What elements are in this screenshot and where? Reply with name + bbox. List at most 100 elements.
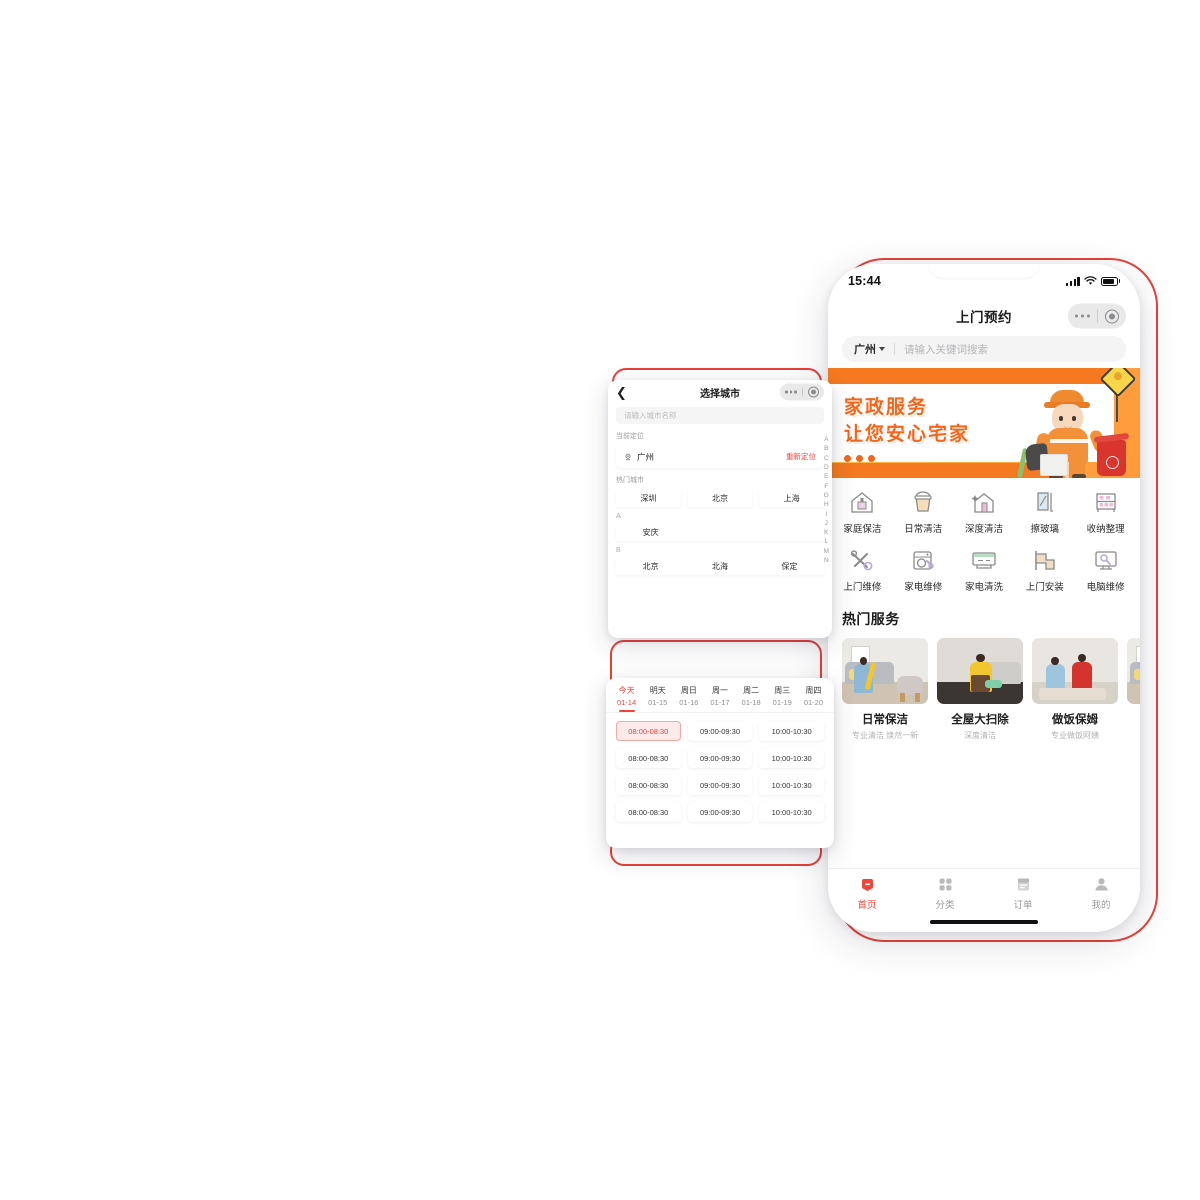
miniprogram-capsule[interactable] [1068,303,1127,329]
hot-services-carousel[interactable]: 日常保洁 专业清洁 焕然一新 全屋大扫除 深度清洁 做饭保姆 专业做饭阿姨 [842,638,1140,741]
house-clean-icon [847,489,877,516]
alphabet-index-letter[interactable]: M [824,548,829,556]
hot-service-card[interactable]: 做饭保姆 专业做饭阿姨 [1032,638,1118,741]
service-item-install[interactable]: 上门安装 [1014,547,1075,593]
section-letter-b: B [616,547,621,554]
time-slot[interactable]: 08:00-08:30 [616,802,681,822]
date-tab-strip[interactable]: 今天 01-14 明天 01-15 周日 01-16 周一 01-17 周二 01-18 周三 01-… [606,678,834,713]
alphabet-index-letter[interactable]: N [824,557,829,565]
time-slot[interactable]: 08:00-08:30 [616,748,681,768]
date-tab[interactable]: 周日 01-16 [673,685,704,712]
alphabet-index-letter[interactable]: C [824,455,829,463]
relocate-button[interactable]: 重新定位 [786,451,816,462]
alphabet-index-letter[interactable]: J [825,520,828,528]
city-cell[interactable]: 保定 [755,557,824,575]
time-slot[interactable]: 10:00-10:30 [759,748,824,768]
alphabet-index-letter[interactable]: F [824,483,828,491]
current-location-row[interactable]: 广州 重新定位 [616,445,824,468]
service-item-appliance-clean[interactable]: 家电清洗 [954,547,1015,593]
time-slot[interactable]: 10:00-10:30 [759,802,824,822]
tab-orders[interactable]: 订单 [984,876,1062,911]
search-input[interactable]: 请输入关键词搜索 [904,342,988,357]
promo-banner[interactable]: 家政服务 让您安心宅家 [828,368,1140,478]
alphabet-index-letter[interactable]: K [824,529,828,537]
hot-service-name: 日常保洁 [862,714,908,726]
service-item-home-clean[interactable]: 家庭保洁 [832,489,893,535]
time-slot[interactable]: 09:00-09:30 [687,748,753,768]
city-selector[interactable]: 广州 [854,341,885,357]
alphabet-index[interactable]: ABCDEFGHIJKLMN [824,436,829,565]
battery-icon [1100,276,1118,286]
search-bar[interactable]: 广州 请输入关键词搜索 [842,336,1126,362]
date-tab-date: 01-17 [710,698,730,707]
alphabet-index-letter[interactable]: A [824,436,828,444]
city-cell[interactable]: 北海 [685,557,754,575]
hot-service-card[interactable]: 日 专业 [1127,638,1140,741]
city-cell[interactable] [755,523,824,541]
alphabet-index-letter[interactable]: E [824,473,828,481]
tab-profile[interactable]: 我的 [1062,876,1140,911]
tab-category[interactable]: 分类 [906,876,984,911]
grid-icon [937,876,954,893]
hot-services-title: 热门服务 [842,611,900,627]
service-item-appliance-repair[interactable]: 家电维修 [893,547,954,593]
bucket-icon [908,489,938,516]
family-cooking-photo [1032,638,1118,704]
date-tab[interactable]: 周一 01-17 [704,685,735,712]
time-slot[interactable]: 08:00-08:30 [616,775,681,795]
service-item-computer-repair[interactable]: 电脑维修 [1075,547,1136,593]
person-icon [1093,876,1110,893]
alphabet-index-letter[interactable]: L [824,538,828,546]
service-label: 擦玻璃 [1030,524,1060,535]
time-slot[interactable]: 10:00-10:30 [759,775,824,795]
hot-city-chip[interactable]: 上海 [759,489,824,507]
banner-dots [844,454,970,462]
city-row-b: 北京 北海 保定 [616,557,824,575]
time-slot[interactable]: 10:00-10:30 [759,721,824,741]
wifi-icon [1083,276,1097,285]
time-slot-grid[interactable]: 08:00-08:30 09:00-09:30 10:00-10:30 08:00-0… [606,713,834,832]
target-circle-icon[interactable] [803,386,825,398]
tab-home[interactable]: 首页 [828,876,906,911]
hot-service-name: 日 [1127,711,1140,727]
hot-cities-label: 热门城市 [616,477,644,484]
hot-city-chip[interactable]: 深圳 [616,489,681,507]
city-search-input[interactable]: 请输入城市名称 [616,407,824,424]
service-item-deep-clean[interactable]: 深度清洁 [954,489,1015,535]
time-slot-panel: 今天 01-14 明天 01-15 周日 01-16 周一 01-17 周二 01-18 周三 01-… [606,678,834,848]
vacuum-living-room-photo [842,638,928,704]
date-tab-day: 周一 [711,686,728,695]
service-item-repair[interactable]: 上门维修 [832,547,893,593]
alphabet-index-letter[interactable]: I [825,511,827,519]
alphabet-index-letter[interactable]: B [824,445,828,453]
alphabet-index-letter[interactable]: D [824,464,829,472]
date-tab[interactable]: 周二 01-18 [736,685,767,712]
hot-service-card[interactable]: 全屋大扫除 深度清洁 [937,638,1023,741]
banner-line-2: 让您安心宅家 [844,422,971,445]
date-tab[interactable]: 周三 01-19 [767,685,798,712]
time-slot[interactable]: 09:00-09:30 [687,802,753,822]
service-item-window-clean[interactable]: 擦玻璃 [1014,489,1075,535]
time-slot[interactable]: 09:00-09:30 [687,721,753,741]
time-slot[interactable]: 08:00-08:30 [616,721,681,741]
date-tab[interactable]: 周四 01-20 [798,685,829,712]
city-row-a: 安庆 [616,523,824,541]
city-cell[interactable]: 安庆 [616,523,685,541]
more-dots-icon[interactable] [1068,314,1097,318]
date-tab-day: 明天 [649,686,666,695]
service-item-organize[interactable]: 收纳整理 [1075,489,1136,535]
hot-city-chip[interactable]: 北京 [687,489,753,507]
alphabet-index-letter[interactable]: H [824,501,829,509]
alphabet-index-letter[interactable]: G [824,492,829,500]
date-tab[interactable]: 明天 01-15 [642,685,673,712]
time-slot[interactable]: 09:00-09:30 [687,775,753,795]
city-cell[interactable] [685,523,754,541]
more-dots-icon[interactable] [780,390,802,394]
service-item-daily-clean[interactable]: 日常清洁 [893,489,954,535]
miniprogram-capsule[interactable] [780,383,825,401]
date-tab[interactable]: 今天 01-14 [611,685,642,712]
hot-service-card[interactable]: 日常保洁 专业清洁 焕然一新 [842,638,928,741]
tab-label: 分类 [935,900,955,911]
target-circle-icon[interactable] [1098,309,1127,323]
city-cell[interactable]: 北京 [616,557,685,575]
